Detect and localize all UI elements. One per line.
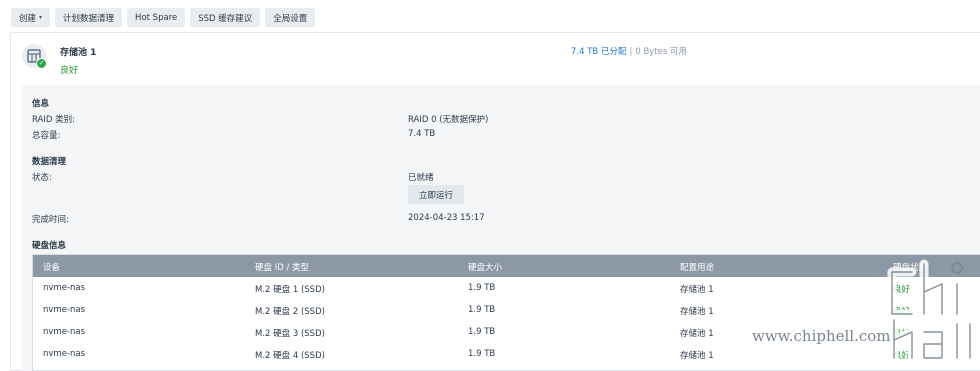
column-header-usage[interactable]: 配置用途 xyxy=(680,261,714,273)
caret-down-icon: ▾ xyxy=(39,14,43,21)
raid-type-value: RAID 0 (无数据保护) xyxy=(408,115,489,125)
drive-status-cell: 良好 xyxy=(893,351,911,361)
device-cell: nvme-nas xyxy=(43,327,86,337)
drive-size-cell: 1.9 TB xyxy=(468,349,496,359)
allocation-summary: 7.4 TB 已分配 | 0 Bytes 可用 xyxy=(571,45,687,57)
drive-table-header: 设备 硬盘 ID / 类型 硬盘大小 配置用途 硬盘状态 xyxy=(33,255,980,277)
column-header-drive-id[interactable]: 硬盘 ID / 类型 xyxy=(255,261,309,273)
storage-pool-status: 良好 xyxy=(60,66,79,76)
column-header-drive-size[interactable]: 硬盘大小 xyxy=(468,261,502,273)
storage-pool-header[interactable]: ✓ 存储池 1 良好 7.4 TB 已分配 | 0 Bytes 可用 xyxy=(11,33,980,83)
drive-size-cell: 1.9 TB xyxy=(468,327,496,337)
info-section-title: 信息 xyxy=(32,99,50,109)
usage-cell: 存储池 1 xyxy=(680,307,714,317)
completed-time-label: 完成时间: xyxy=(32,215,69,225)
check-icon: ✓ xyxy=(36,58,47,69)
scrub-state-label: 状态: xyxy=(32,173,52,183)
completed-time-value: 2024-04-23 15:17 xyxy=(408,213,485,223)
usage-cell: 存储池 1 xyxy=(680,329,714,339)
storage-pool-panel: ✓ 存储池 1 良好 7.4 TB 已分配 | 0 Bytes 可用 信息 RAID… xyxy=(10,32,980,371)
raid-type-label: RAID 类别: xyxy=(32,115,75,125)
drive-size-cell: 1.9 TB xyxy=(468,283,496,293)
toolbar: 创建 ▾ 计划数据清理 Hot Spare SSD 缓存建议 全局设置 xyxy=(11,8,316,27)
ssd-cache-advice-button[interactable]: SSD 缓存建议 xyxy=(190,8,261,27)
drive-id-cell: M.2 硬盘 2 (SSD) xyxy=(255,307,325,317)
create-button-label: 创建 xyxy=(19,13,37,24)
drive-id-cell: M.2 硬盘 1 (SSD) xyxy=(255,285,325,295)
table-row[interactable]: nvme-nas M.2 硬盘 3 (SSD) 1.9 TB 存储池 1 良好 xyxy=(33,321,980,343)
drive-status-cell: 良好 xyxy=(893,329,911,339)
create-button[interactable]: 创建 ▾ xyxy=(11,8,51,27)
storage-pool-details: 信息 RAID 类别: RAID 0 (无数据保护) 总容量: 7.4 TB 数… xyxy=(22,85,980,371)
scrub-section-title: 数据清理 xyxy=(32,157,67,167)
storage-pool-name: 存储池 1 xyxy=(60,48,97,58)
drive-id-cell: M.2 硬盘 3 (SSD) xyxy=(255,329,325,339)
table-row[interactable]: nvme-nas M.2 硬盘 2 (SSD) 1.9 TB 存储池 1 良好 xyxy=(33,299,980,321)
drive-status-cell: 良好 xyxy=(893,285,911,295)
allocated-value: 7.4 TB 已分配 xyxy=(571,47,627,57)
total-capacity-value: 7.4 TB xyxy=(408,129,436,139)
drive-table: 设备 硬盘 ID / 类型 硬盘大小 配置用途 硬盘状态 nvme-nas M.… xyxy=(32,254,980,371)
drive-status-cell: 良好 xyxy=(893,307,911,317)
allocation-separator: | xyxy=(629,47,633,57)
usage-cell: 存储池 1 xyxy=(680,285,714,295)
usage-cell: 存储池 1 xyxy=(680,351,714,361)
column-header-device[interactable]: 设备 xyxy=(43,261,60,273)
device-cell: nvme-nas xyxy=(43,349,86,359)
global-settings-button[interactable]: 全局设置 xyxy=(265,8,316,27)
scrub-schedule-button[interactable]: 计划数据清理 xyxy=(55,8,123,27)
scrub-state-value: 已就绪 xyxy=(408,173,434,183)
drive-size-cell: 1.9 TB xyxy=(468,305,496,315)
drive-info-section-title: 硬盘信息 xyxy=(32,241,67,251)
total-capacity-label: 总容量: xyxy=(32,131,61,141)
device-cell: nvme-nas xyxy=(43,305,86,315)
table-row[interactable]: nvme-nas M.2 硬盘 1 (SSD) 1.9 TB 存储池 1 良好 xyxy=(33,277,980,299)
column-header-drive-status[interactable]: 硬盘状态 xyxy=(893,261,927,273)
run-now-button[interactable]: 立即运行 xyxy=(408,185,465,204)
hot-spare-button[interactable]: Hot Spare xyxy=(127,8,186,27)
available-value: 0 Bytes 可用 xyxy=(635,47,687,57)
drive-id-cell: M.2 硬盘 4 (SSD) xyxy=(255,351,325,361)
device-cell: nvme-nas xyxy=(43,283,86,293)
table-row[interactable]: nvme-nas M.2 硬盘 4 (SSD) 1.9 TB 存储池 1 良好 xyxy=(33,343,980,365)
